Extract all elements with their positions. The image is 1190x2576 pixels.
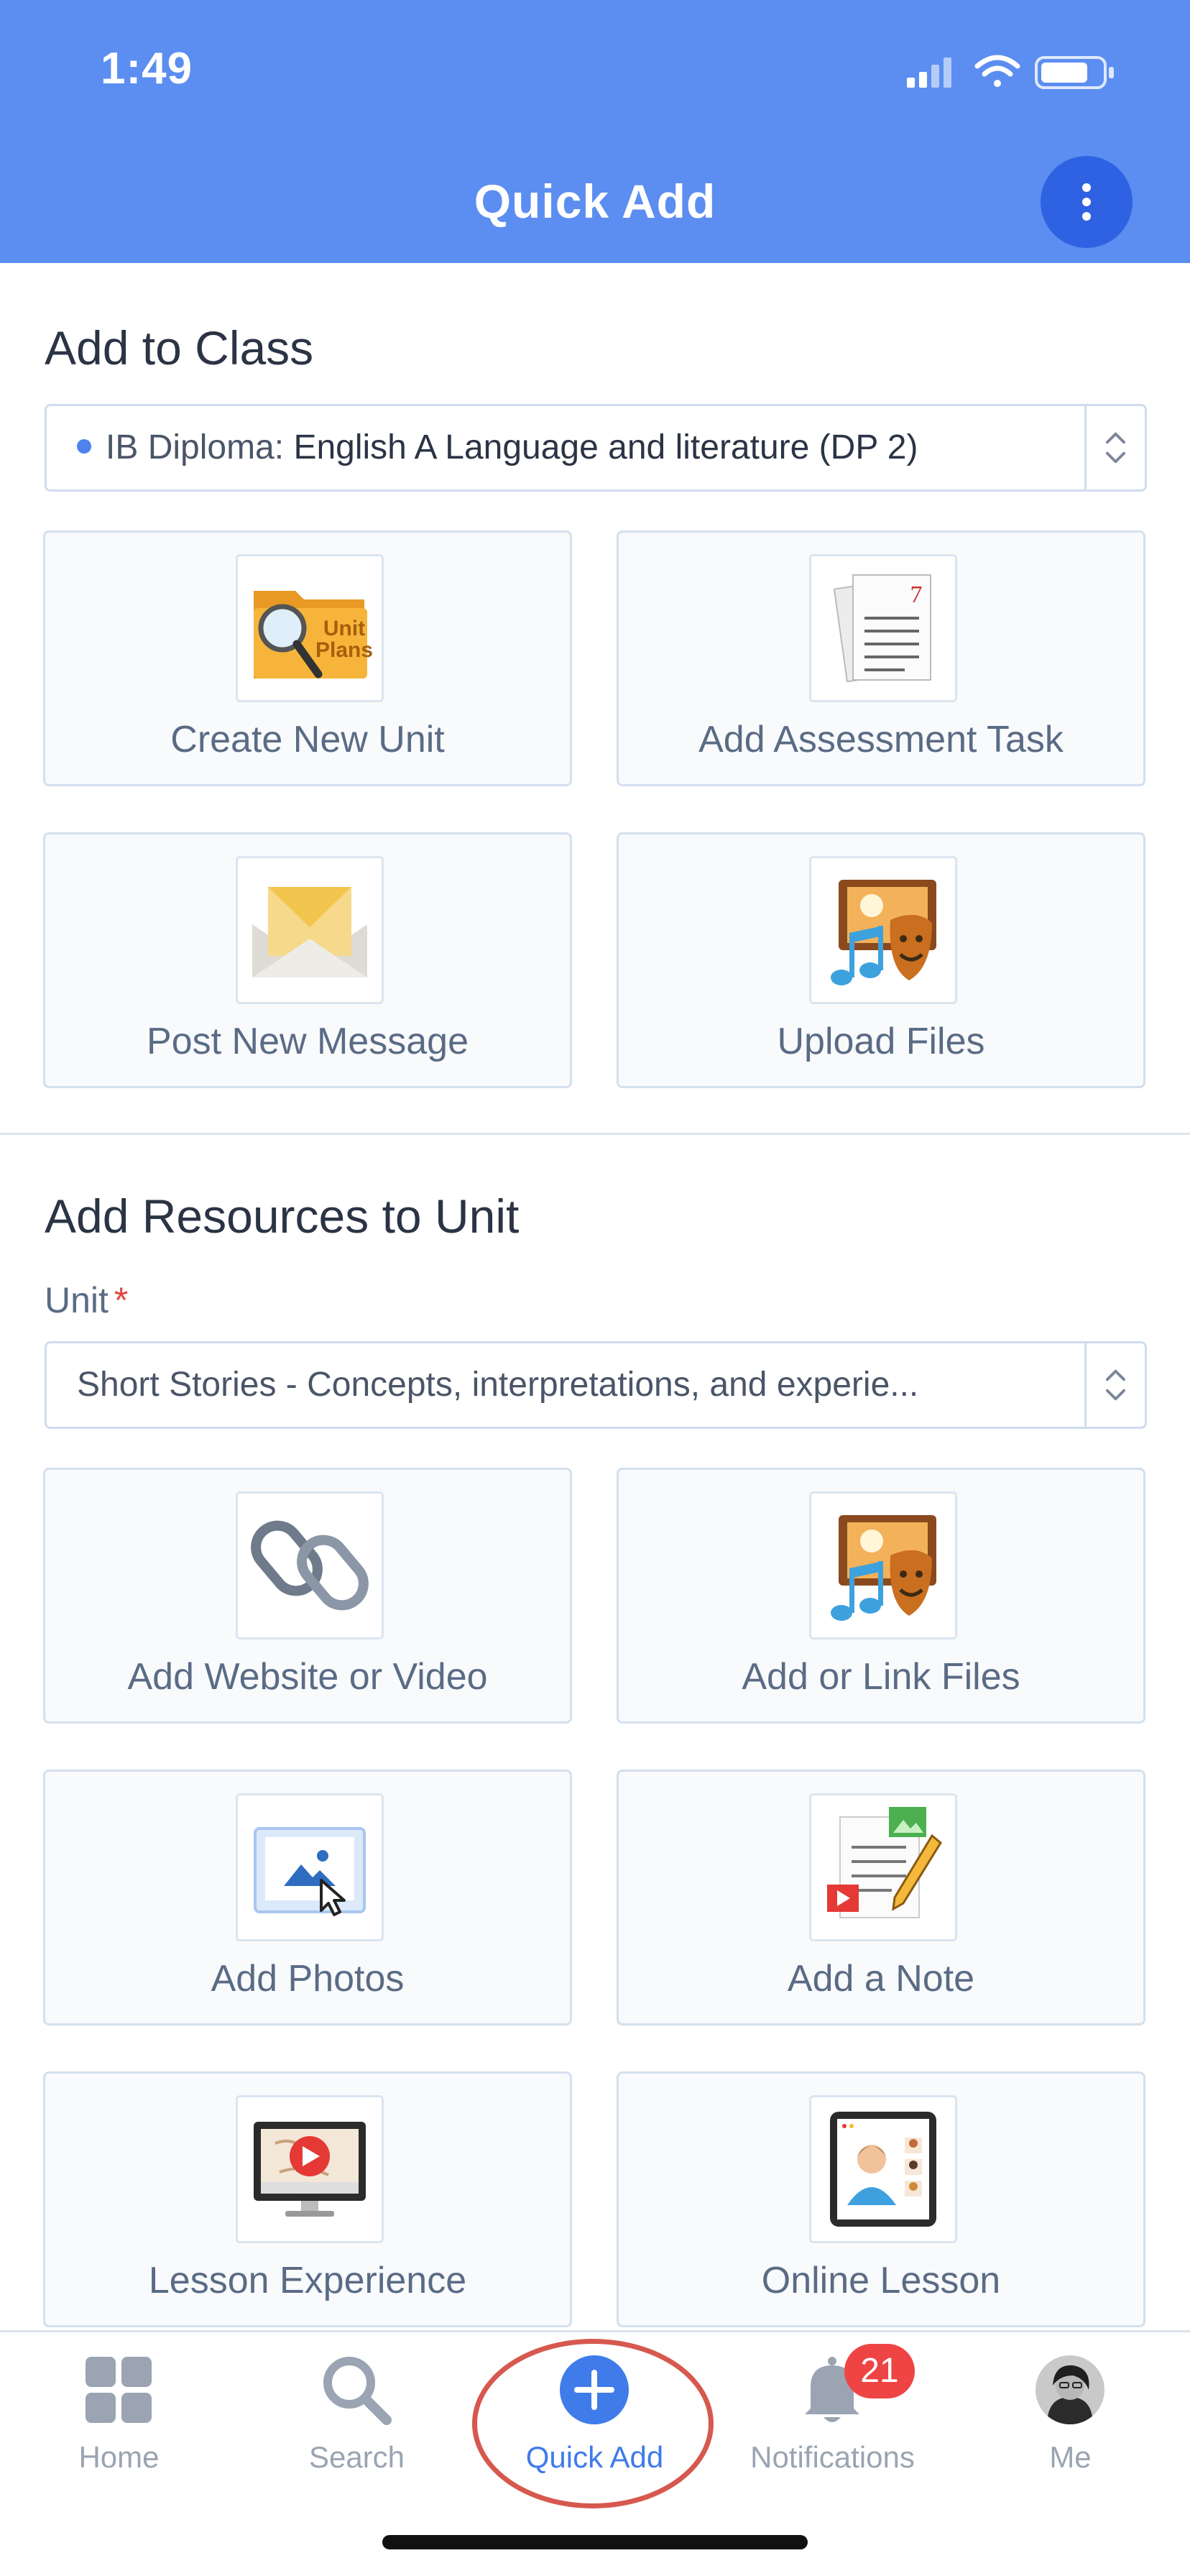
nav-search[interactable]: Search	[238, 2332, 476, 2519]
status-icons	[907, 55, 1114, 89]
add-to-class-title: Add to Class	[45, 321, 314, 374]
nav-quick-add[interactable]: Quick Add	[476, 2332, 714, 2519]
unit-label-text: Unit	[45, 1280, 109, 1320]
avatar	[1036, 2355, 1104, 2424]
note-icon	[809, 1793, 957, 1941]
nav-notifications[interactable]: 21 Notifications	[714, 2332, 951, 2519]
class-select-value: English A Language and literature (DP 2)	[293, 428, 918, 466]
media-files-icon	[809, 1491, 957, 1639]
add-photos-card[interactable]: Add Photos	[43, 1770, 572, 2025]
add-photos-label: Add Photos	[211, 1958, 405, 2000]
nav-notifications-label: Notifications	[750, 2440, 915, 2474]
add-resources-title: Add Resources to Unit	[45, 1190, 520, 1243]
class-select[interactable]: IB Diploma: English A Language and liter…	[45, 404, 1147, 492]
grid-icon	[86, 2357, 152, 2423]
class-select-value-wrap: IB Diploma: English A Language and liter…	[77, 406, 1112, 489]
class-select-prefix: IB Diploma:	[106, 428, 285, 466]
post-new-message-label: Post New Message	[147, 1021, 469, 1062]
kebab-dot	[1082, 198, 1091, 206]
add-or-link-files-label: Add or Link Files	[742, 1656, 1020, 1698]
post-new-message-card[interactable]: Post New Message	[43, 832, 572, 1088]
unit-plans-folder-icon: Unit Plans	[236, 554, 384, 702]
create-new-unit-card[interactable]: Unit Plans Create New Unit	[43, 530, 572, 786]
online-lesson-label: Online Lesson	[761, 2260, 1001, 2301]
upload-files-card[interactable]: Upload Files	[617, 832, 1145, 1088]
app-header: 1:49 Quick Add	[0, 0, 1190, 263]
add-website-or-video-label: Add Website or Video	[127, 1656, 488, 1698]
class-color-dot	[77, 439, 91, 454]
page-title: Quick Add	[474, 175, 716, 228]
media-files-icon	[809, 856, 957, 1004]
battery-icon	[1035, 56, 1114, 89]
create-new-unit-label: Create New Unit	[170, 719, 445, 760]
photo-icon	[236, 1793, 384, 1941]
nav-quick-add-label: Quick Add	[525, 2440, 664, 2474]
add-website-or-video-card[interactable]: Add Website or Video	[43, 1468, 572, 1724]
select-stepper-icon	[1084, 406, 1125, 489]
more-options-button[interactable]	[1041, 156, 1133, 248]
required-mark: *	[114, 1280, 129, 1320]
nav-home-label: Home	[78, 2440, 160, 2474]
unit-select[interactable]: Short Stories - Concepts, interpretation…	[45, 1341, 1147, 1429]
unit-plans-text-1: Unit	[323, 617, 365, 640]
nav-me[interactable]: Me	[951, 2332, 1189, 2519]
kebab-icon	[1082, 183, 1091, 192]
signal-icon	[907, 58, 951, 88]
video-lesson-icon	[236, 2095, 384, 2243]
nav-home[interactable]: Home	[0, 2332, 238, 2519]
wifi-icon	[974, 55, 1020, 87]
chain-link-icon	[236, 1491, 384, 1639]
add-a-note-label: Add a Note	[787, 1958, 975, 2000]
search-icon	[323, 2357, 392, 2425]
upload-files-label: Upload Files	[777, 1021, 985, 1062]
plus-circle-icon	[560, 2355, 629, 2424]
unit-field-label: Unit *	[45, 1279, 128, 1321]
assessment-number: 7	[910, 581, 923, 608]
online-lesson-card[interactable]: Online Lesson	[617, 2071, 1145, 2327]
envelope-icon	[236, 856, 384, 1004]
add-or-link-files-card[interactable]: Add or Link Files	[617, 1468, 1145, 1724]
assessment-document-icon: 7	[809, 554, 957, 702]
nav-me-label: Me	[1049, 2440, 1092, 2474]
select-stepper-icon	[1084, 1343, 1125, 1427]
home-indicator	[382, 2535, 808, 2549]
lesson-experience-label: Lesson Experience	[148, 2260, 467, 2301]
add-assessment-task-label: Add Assessment Task	[698, 719, 1064, 760]
add-assessment-task-card[interactable]: 7 Add Assessment Task	[617, 530, 1145, 786]
status-time: 1:49	[101, 44, 193, 93]
unit-plans-text-2: Plans	[315, 638, 373, 662]
nav-search-label: Search	[308, 2440, 405, 2474]
online-lesson-icon	[809, 2095, 957, 2243]
lesson-experience-card[interactable]: Lesson Experience	[43, 2071, 572, 2327]
add-a-note-card[interactable]: Add a Note	[617, 1770, 1145, 2025]
section-divider	[0, 1133, 1190, 1135]
notifications-badge: 21	[844, 2344, 915, 2398]
unit-select-value: Short Stories - Concepts, interpretation…	[77, 1366, 919, 1404]
kebab-dot	[1082, 212, 1091, 221]
